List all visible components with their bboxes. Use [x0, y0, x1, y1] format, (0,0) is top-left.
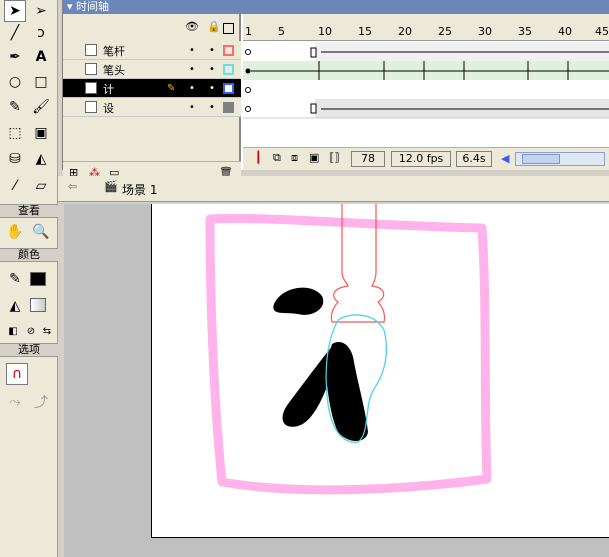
- lasso-tool-icon[interactable]: ↄ: [30, 22, 52, 44]
- back-arrow-icon[interactable]: ⇦: [68, 180, 77, 193]
- paint-bucket-tool-icon[interactable]: ◭: [30, 148, 52, 170]
- layer-name: 计: [103, 83, 114, 96]
- text-tool-icon[interactable]: A: [30, 46, 52, 68]
- scene-clapper-icon: 🎬: [104, 180, 118, 193]
- swap-colors-icon[interactable]: ⇆: [36, 320, 58, 342]
- ink-dot: [273, 287, 324, 315]
- outline-column-icon[interactable]: [223, 23, 234, 34]
- timeline-title: 时间轴: [76, 0, 110, 13]
- layer-row[interactable]: 笔杆 • •: [63, 41, 241, 60]
- ruler-number: 25: [438, 25, 452, 38]
- layer-name: 笔杆: [103, 45, 125, 58]
- ruler-number: 10: [318, 25, 332, 38]
- center-frame-icon[interactable]: ┃: [255, 151, 262, 164]
- subselect-tool-icon[interactable]: ➢: [30, 0, 52, 22]
- edit-multiple-frames-icon[interactable]: ▣: [309, 151, 319, 164]
- options-section-title: 选项: [0, 343, 58, 357]
- hand-tool-icon[interactable]: ✋: [4, 221, 26, 243]
- visibility-dot[interactable]: •: [189, 102, 195, 113]
- layer-icon: [85, 44, 97, 56]
- layer-row[interactable]: 设 • •: [63, 98, 241, 117]
- layer-name: 设: [103, 102, 114, 115]
- layers-pane: 👁 🔒 笔杆 • • 笔头 • • 计 ✎ • • 设 • • ⊞ ⁂ ▭ 🗑: [63, 14, 241, 184]
- visibility-dot[interactable]: •: [189, 64, 195, 75]
- line-tool-icon[interactable]: ╱: [4, 22, 26, 44]
- layer-row-selected[interactable]: 计 ✎ • •: [63, 79, 241, 98]
- frames-pane: 1 5 10 15 20 25 30 35 40 45 ┃ ⧉ ⧈ ▣ ⟦⟧ 7…: [243, 14, 609, 170]
- modify-markers-icon[interactable]: ⟦⟧: [329, 151, 340, 164]
- eyedropper-tool-icon[interactable]: ⁄: [4, 175, 26, 197]
- lock-dot[interactable]: •: [209, 102, 215, 113]
- ruler-number: 5: [278, 25, 285, 38]
- view-section-title: 查看: [0, 204, 58, 218]
- scene-name[interactable]: 场景 1: [122, 181, 157, 198]
- fill-transform-tool-icon[interactable]: ▣: [30, 122, 52, 144]
- pen-tool-icon[interactable]: ✒: [4, 46, 26, 68]
- stroke-color-icon: ✎: [9, 271, 21, 287]
- ruler-number: 1: [245, 25, 252, 38]
- frame-rate: 12.0 fps: [391, 151, 451, 167]
- timeline-scrollbar[interactable]: [515, 152, 605, 166]
- stage[interactable]: [151, 204, 609, 538]
- timeline-status-bar: ┃ ⧉ ⧈ ▣ ⟦⟧ 78 12.0 fps 6.4s ◀: [243, 147, 609, 170]
- snap-magnet-icon[interactable]: ∩: [6, 363, 28, 385]
- free-transform-tool-icon[interactable]: ⬚: [4, 122, 26, 144]
- lock-dot[interactable]: •: [209, 64, 215, 75]
- fill-color-icon: ◭: [9, 298, 21, 314]
- lock-column-icon[interactable]: 🔒: [207, 20, 221, 36]
- timeline-panel: ▾ 时间轴 👁 🔒 笔杆 • • 笔头 • • 计 ✎ • • 设 • • ⊞ …: [62, 0, 609, 184]
- stroke-color-swatch[interactable]: [30, 272, 46, 286]
- zoom-tool-icon[interactable]: 🔍: [30, 221, 52, 243]
- pencil-edit-icon: ✎: [167, 83, 176, 94]
- visibility-dot[interactable]: •: [189, 83, 195, 94]
- frame-ruler[interactable]: 1 5 10 15 20 25 30 35 40 45: [243, 14, 609, 41]
- lock-dot[interactable]: •: [209, 45, 215, 56]
- lock-dot[interactable]: •: [209, 83, 215, 94]
- ruler-number: 45: [595, 25, 609, 38]
- frames-grid[interactable]: [243, 42, 609, 147]
- eraser-tool-icon[interactable]: ▱: [30, 175, 52, 197]
- brush-tool-icon[interactable]: 🖌: [30, 96, 52, 118]
- current-frame: 78: [351, 151, 385, 167]
- eye-column-icon[interactable]: 👁: [185, 20, 199, 36]
- ruler-number: 35: [518, 25, 532, 38]
- visibility-dot[interactable]: •: [189, 45, 195, 56]
- layer-icon: [85, 63, 97, 75]
- timeline-header[interactable]: ▾ 时间轴: [63, 0, 609, 14]
- arrow-tool-icon[interactable]: ➤: [4, 0, 26, 22]
- ruler-number: 40: [558, 25, 572, 38]
- layer-icon: [85, 82, 97, 94]
- outline-toggle[interactable]: [223, 83, 234, 94]
- pencil-tool-icon[interactable]: ✎: [4, 96, 26, 118]
- stage-drawing: [205, 204, 492, 495]
- rectangle-tool-icon[interactable]: □: [30, 71, 52, 93]
- ink-stroke-right: [326, 342, 368, 441]
- onion-outline-icon[interactable]: ⧈: [291, 151, 298, 165]
- smooth-icon: ⤳: [9, 394, 21, 410]
- outline-toggle[interactable]: [223, 45, 234, 56]
- colors-section-title: 颜色: [0, 248, 58, 262]
- straighten-icon: ⤴: [34, 395, 48, 411]
- oval-tool-icon[interactable]: ○: [4, 71, 26, 93]
- scroll-left-icon[interactable]: ◀: [501, 152, 509, 165]
- ruler-number: 30: [478, 25, 492, 38]
- outline-toggle[interactable]: [223, 102, 234, 113]
- flash-window: ➤ ➢ ╱ ↄ ✒ A ○ □ ✎ 🖌 ⬚ ▣ ⛁ ◭ ⁄ ▱ 查看 ✋ 🔍 颜…: [0, 0, 609, 557]
- ink-bottle-tool-icon[interactable]: ⛁: [4, 148, 26, 170]
- scrollbar-thumb[interactable]: [522, 154, 560, 164]
- fill-color-swatch[interactable]: [30, 298, 46, 312]
- layer-icon: [85, 101, 97, 113]
- ruler-number: 15: [358, 25, 372, 38]
- outline-toggle[interactable]: [223, 64, 234, 75]
- layer-name: 笔头: [103, 64, 125, 77]
- tools-panel: ➤ ➢ ╱ ↄ ✒ A ○ □ ✎ 🖌 ⬚ ▣ ⛁ ◭ ⁄ ▱ 查看 ✋ 🔍 颜…: [0, 0, 58, 557]
- layer-row[interactable]: 笔头 • •: [63, 60, 241, 79]
- elapsed-time: 6.4s: [456, 151, 492, 167]
- onion-skin-icon[interactable]: ⧉: [273, 151, 281, 165]
- ruler-number: 20: [398, 25, 412, 38]
- edit-bar: ⇦ 🎬 场景 1: [58, 176, 609, 202]
